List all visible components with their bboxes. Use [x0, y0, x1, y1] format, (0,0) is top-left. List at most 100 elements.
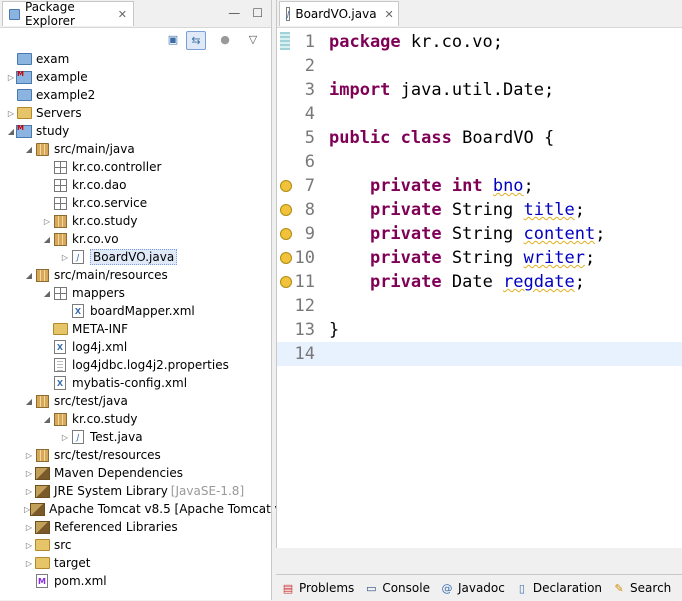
- tree-item-pom-xml[interactable]: Mpom.xml: [0, 572, 271, 590]
- expand-arrow-icon[interactable]: ▷: [6, 73, 16, 82]
- tree-item-src-main-java[interactable]: ◢ src/main/java: [0, 140, 271, 158]
- source-folder-icon: [35, 268, 49, 282]
- collapse-arrow-icon[interactable]: ◢: [24, 145, 34, 154]
- tree-item-target[interactable]: ▷ target: [0, 554, 271, 572]
- tree-item-study[interactable]: ◢study: [0, 122, 271, 140]
- tree-item-mappers[interactable]: ◢ mappers: [0, 284, 271, 302]
- jre-version-decoration: [JavaSE-1.8]: [170, 484, 245, 498]
- tab-declaration[interactable]: ▯ Declaration: [510, 581, 607, 595]
- collapse-arrow-icon[interactable]: ◢: [24, 271, 34, 280]
- tab-package-explorer[interactable]: Package Explorer ✕: [2, 0, 134, 28]
- tree-item-src-main-resources[interactable]: ◢ src/main/resources: [0, 266, 271, 284]
- maven-file-icon: M: [36, 574, 48, 588]
- tree-item-apache-tomcat[interactable]: ▷ Apache Tomcat v8.5 [Apache Tomcat v: [0, 500, 282, 518]
- tree-item-test-java[interactable]: ▷ J Test.java: [0, 428, 271, 446]
- maximize-icon[interactable]: ☐: [252, 6, 263, 20]
- tree-item-kr-co-controller[interactable]: kr.co.controller: [0, 158, 271, 176]
- expand-arrow-icon[interactable]: ▷: [24, 523, 34, 532]
- expand-arrow-icon[interactable]: ▷: [24, 487, 34, 496]
- collapse-arrow-icon[interactable]: ◢: [42, 415, 52, 424]
- tree-item-example2[interactable]: example2: [0, 86, 271, 104]
- empty-package-icon: [53, 178, 67, 192]
- code-line: 1 package kr.co.vo;: [304, 32, 504, 52]
- expand-arrow-icon[interactable]: ▷: [24, 469, 34, 478]
- console-icon: ▭: [366, 581, 377, 595]
- code-line: 4: [304, 104, 315, 124]
- xml-file-icon: X: [54, 340, 66, 354]
- tree-item-referenced-libraries[interactable]: ▷ Referenced Libraries: [0, 518, 271, 536]
- folder-icon: [34, 539, 50, 551]
- collapse-arrow-icon[interactable]: ◢: [24, 397, 34, 406]
- tree-item-log4jdbc-properties[interactable]: log4jdbc.log4j2.properties: [0, 356, 271, 374]
- tree-item-example[interactable]: ▷example: [0, 68, 271, 86]
- tree-item-servers[interactable]: ▷ Servers: [0, 104, 271, 122]
- minimize-icon[interactable]: —: [228, 6, 240, 20]
- code-line: 5 public class BoardVO {: [304, 128, 555, 148]
- search-icon: ✎: [614, 581, 624, 595]
- code-area[interactable]: 1 package kr.co.vo; 2 3 import java.util.D…: [277, 30, 682, 548]
- warning-marker-icon[interactable]: [280, 252, 292, 264]
- expand-arrow-icon[interactable]: ▷: [24, 559, 34, 568]
- editor-tab-label: BoardVO.java: [295, 7, 377, 21]
- close-icon[interactable]: ✕: [118, 8, 127, 21]
- tree-item-kr-co-study[interactable]: ▷ kr.co.study: [0, 212, 271, 230]
- code-line: 2: [304, 56, 315, 76]
- expand-arrow-icon[interactable]: ▷: [60, 253, 70, 262]
- tree-item-jre-system-library[interactable]: ▷ JRE System Library [JavaSE-1.8]: [0, 482, 271, 500]
- warning-marker-icon[interactable]: [280, 204, 292, 216]
- empty-package-icon: [53, 286, 67, 300]
- tab-search[interactable]: ✎ Search: [607, 581, 676, 595]
- current-line: 14: [277, 342, 682, 366]
- tree-item-mybatis-config-xml[interactable]: Xmybatis-config.xml: [0, 374, 271, 392]
- code-line: 7 private int bno;: [277, 174, 682, 198]
- collapse-arrow-icon[interactable]: ◢: [42, 235, 52, 244]
- tree-item-kr-co-service[interactable]: kr.co.service: [0, 194, 271, 212]
- tree-item-kr-co-vo[interactable]: ◢ kr.co.vo: [0, 230, 271, 248]
- tree-item-src-test-java[interactable]: ◢ src/test/java: [0, 392, 271, 410]
- tab-javadoc[interactable]: @ Javadoc: [435, 581, 510, 595]
- focus-task-icon[interactable]: ●: [216, 31, 234, 48]
- java-file-icon: J: [286, 7, 291, 21]
- tree-item-src-test-resources[interactable]: ▷ src/test/resources: [0, 446, 271, 464]
- editor-tabbar: J BoardVO.java ✕: [277, 0, 682, 28]
- tree-item-meta-inf[interactable]: META-INF: [0, 320, 271, 338]
- tree-item-kr-co-dao[interactable]: kr.co.dao: [0, 176, 271, 194]
- tree-item-exam[interactable]: exam: [0, 50, 271, 68]
- maven-project-icon: [16, 70, 32, 84]
- code-line: 3 import java.util.Date;: [304, 80, 555, 100]
- link-with-editor-icon[interactable]: ⇆: [186, 31, 206, 50]
- collapse-all-icon[interactable]: ▣: [164, 31, 182, 48]
- expand-arrow-icon[interactable]: ▷: [24, 451, 34, 460]
- tab-problems[interactable]: ▤ Problems: [276, 581, 359, 595]
- expand-arrow-icon[interactable]: ▷: [60, 433, 70, 442]
- collapse-arrow-icon[interactable]: ◢: [42, 289, 52, 298]
- tree-item-log4j-xml[interactable]: Xlog4j.xml: [0, 338, 271, 356]
- explorer-toolbar: ▣ ⇆ ● ▽: [0, 28, 271, 52]
- view-menu-chevron-down-icon[interactable]: ▽: [244, 31, 262, 48]
- warning-marker-icon[interactable]: [280, 276, 292, 288]
- expand-arrow-icon[interactable]: ▷: [42, 217, 52, 226]
- code-line: 11 private Date regdate;: [277, 270, 682, 294]
- project-tree: exam ▷example example2 ▷Servers ◢study ◢…: [0, 50, 282, 590]
- xml-file-icon: X: [54, 376, 66, 390]
- library-icon: [34, 484, 50, 498]
- expand-arrow-icon[interactable]: ▷: [6, 109, 16, 118]
- library-icon: [34, 466, 50, 480]
- package-icon: [53, 412, 67, 426]
- tree-item-maven-dependencies[interactable]: ▷ Maven Dependencies: [0, 464, 271, 482]
- close-icon[interactable]: ✕: [385, 8, 394, 21]
- tree-item-boardmapper-xml[interactable]: XboardMapper.xml: [0, 302, 271, 320]
- maven-project-icon: [16, 124, 32, 138]
- tab-boardvo-java[interactable]: J BoardVO.java ✕: [279, 1, 399, 26]
- tree-item-src[interactable]: ▷ src: [0, 536, 271, 554]
- package-icon: [53, 214, 67, 228]
- collapse-arrow-icon[interactable]: ◢: [6, 127, 16, 136]
- code-line: 10 private String writer;: [277, 246, 682, 270]
- expand-arrow-icon[interactable]: ▷: [24, 541, 34, 550]
- warning-marker-icon[interactable]: [280, 228, 292, 240]
- tree-item-boardvo-java[interactable]: ▷ J BoardVO.java: [0, 248, 271, 266]
- warning-marker-icon[interactable]: [280, 180, 292, 192]
- tab-console[interactable]: ▭ Console: [359, 581, 435, 595]
- source-folder-icon: [35, 394, 49, 408]
- tree-item-kr-co-study-test[interactable]: ◢ kr.co.study: [0, 410, 271, 428]
